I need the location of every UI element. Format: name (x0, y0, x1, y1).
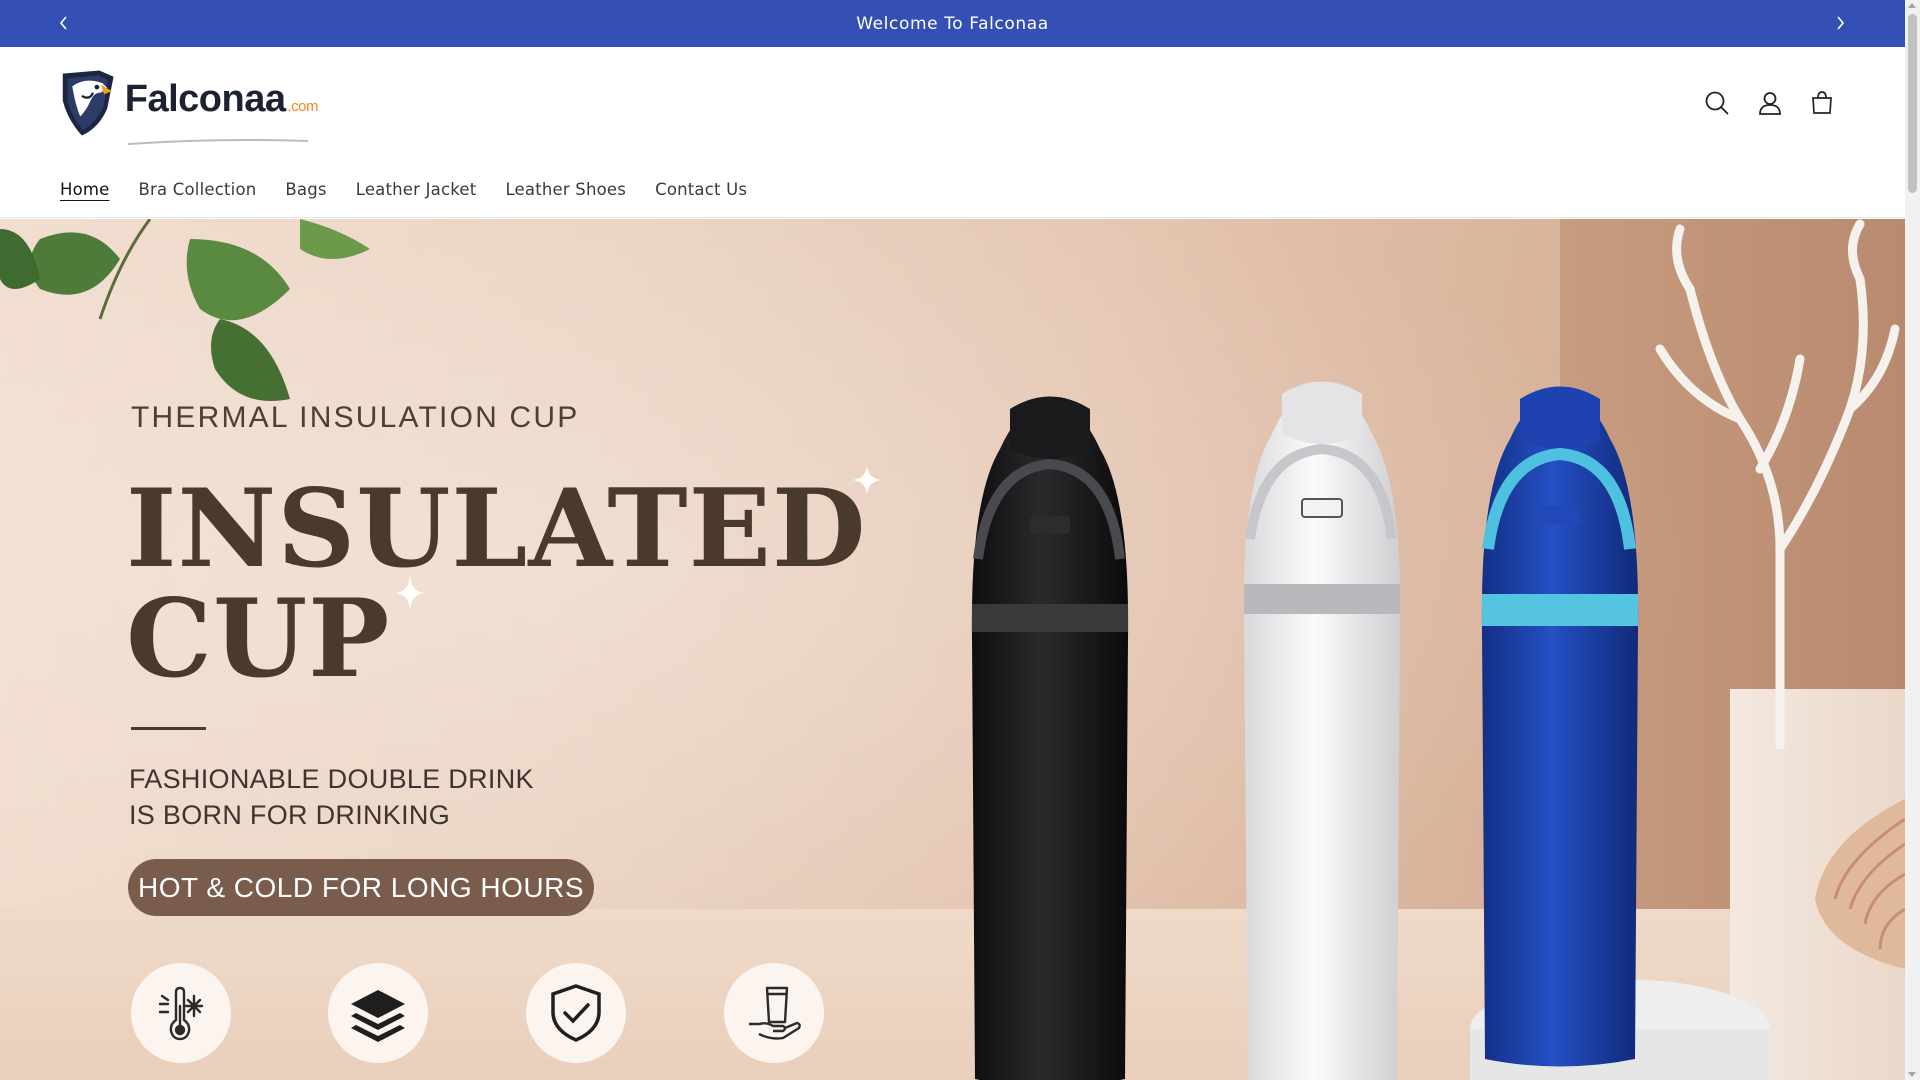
bottle-white (1243, 381, 1401, 1080)
search-button[interactable] (1700, 86, 1734, 120)
thermometer-snowflake-icon (158, 986, 204, 1041)
nav-item-bags[interactable]: Bags (285, 180, 326, 199)
seashell-decoration-icon (1815, 799, 1905, 969)
chevron-right-icon (1837, 16, 1845, 30)
leaves-decoration-icon (0, 219, 370, 401)
nav-item-leather-shoes[interactable]: Leather Shoes (505, 180, 626, 199)
bottle-blue (1470, 386, 1770, 1080)
scrollbar-thumb[interactable] (1908, 14, 1917, 193)
account-icon (1759, 92, 1781, 115)
cart-button[interactable] (1805, 86, 1839, 120)
nav-item-leather-jacket[interactable]: Leather Jacket (356, 180, 477, 199)
scroll-up-arrow[interactable] (1908, 3, 1916, 8)
feature-protection (526, 963, 626, 1063)
chevron-left-icon (59, 16, 67, 30)
account-button[interactable] (1753, 86, 1787, 120)
site-header: Falconaa .com Home Bra Collection Bags Le… (0, 47, 1905, 218)
announcement-prev-button[interactable] (53, 12, 75, 34)
brand-logo[interactable]: Falconaa .com (58, 56, 318, 150)
nav-item-bra-collection[interactable]: Bra Collection (139, 180, 257, 199)
hero-headline-line1: INSULATED (126, 466, 867, 592)
nav-item-home[interactable]: Home (60, 180, 110, 199)
nav-item-contact-us[interactable]: Contact Us (655, 180, 747, 199)
announcement-message[interactable]: Welcome To Falconaa (856, 14, 1049, 34)
sparkle-icon (852, 465, 882, 495)
hero-pill-badge: HOT & COLD FOR LONG HOURS (128, 859, 594, 916)
hero-tagline-line2: IS BORN FOR DRINKING (129, 800, 451, 830)
announcement-next-button[interactable] (1829, 12, 1851, 34)
scroll-down-arrow[interactable] (1908, 1072, 1916, 1077)
falcon-shield-logo-icon (62, 70, 114, 136)
hero-headline-line2: CUP (126, 576, 391, 702)
logo-swoosh-icon (128, 139, 308, 145)
main-nav: Home Bra Collection Bags Leather Jacket … (60, 180, 776, 199)
cart-icon (1812, 91, 1832, 114)
hero-divider (131, 727, 206, 730)
brand-tld: .com (287, 97, 318, 115)
hero-banner[interactable]: THERMAL INSULATION CUP INSULATED CUP FAS… (0, 219, 1905, 1080)
hero-tagline: FASHIONABLE DOUBLE DRINK IS BORN FOR DRI… (129, 761, 534, 833)
announcement-bar: Welcome To Falconaa (0, 0, 1905, 47)
layers-icon (351, 990, 405, 1042)
shield-check-icon (551, 984, 601, 1042)
feature-handheld (724, 963, 824, 1063)
sparkle-icon (395, 575, 425, 611)
hero-tagline-line1: FASHIONABLE DOUBLE DRINK (129, 764, 534, 794)
cup-hand-icon (749, 986, 801, 1040)
page-scrollbar[interactable] (1905, 0, 1920, 1080)
feature-layers (328, 963, 428, 1063)
feature-temperature (131, 963, 231, 1063)
brand-name: Falconaa .com (124, 77, 319, 120)
hero-subtitle: THERMAL INSULATION CUP (131, 401, 580, 434)
bottle-black (971, 396, 1129, 1080)
search-icon (1705, 91, 1729, 115)
